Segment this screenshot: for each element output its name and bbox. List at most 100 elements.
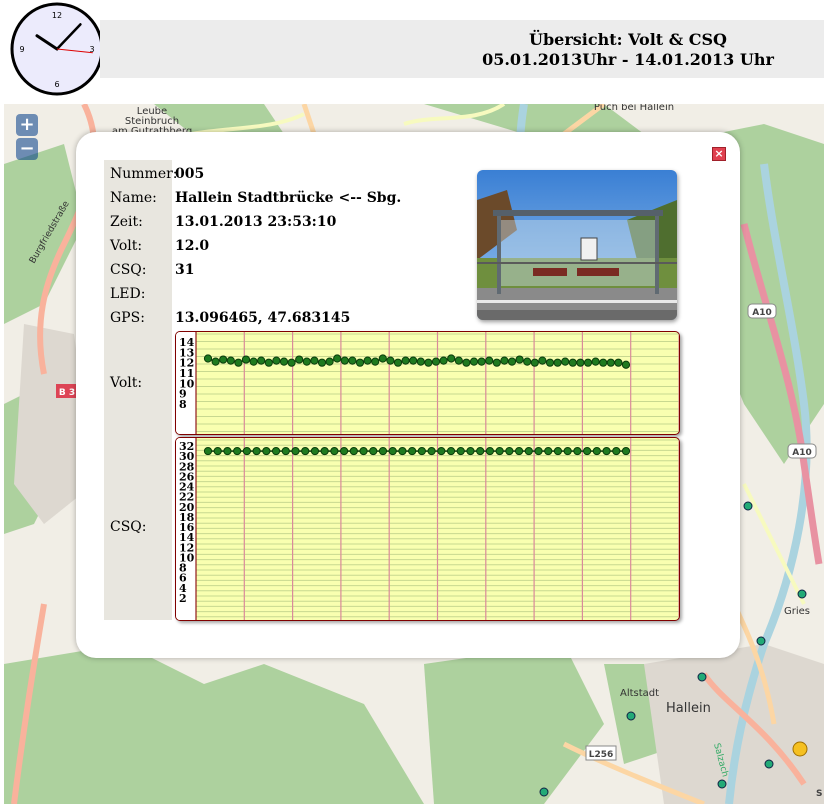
page-title-date-range: 05.01.2013Uhr - 14.01.2013 Uhr [482, 50, 774, 69]
map-road-s: S [816, 789, 822, 799]
chart-data-point [583, 358, 593, 367]
chart-data-point [530, 358, 539, 367]
chart-data-point [602, 446, 611, 456]
map-label-altstadt: Altstadt [620, 688, 659, 699]
chart-data-point [378, 354, 387, 363]
chart-data-point [561, 357, 570, 366]
chart-data-point [398, 446, 407, 456]
chart-data-point [573, 446, 582, 456]
volt-chart: 14 13 12 11 10 9 8 [175, 331, 680, 435]
chart-data-point [262, 446, 271, 456]
chart-data-point [234, 358, 243, 367]
chart-data-point [507, 357, 517, 366]
chart-data-point [257, 356, 266, 365]
chart-data-point [363, 356, 372, 365]
volt-chart-label: Volt: [110, 375, 143, 391]
chart-data-point [408, 446, 417, 456]
field-value-volt: 12.0 [175, 238, 210, 254]
field-label-led: LED: [110, 286, 146, 302]
chart-data-point [330, 446, 339, 456]
chart-data-point [583, 446, 592, 456]
chart-data-point [462, 358, 471, 367]
chart-data-point [359, 446, 368, 456]
chart-data-point [333, 354, 342, 363]
chart-data-point [447, 354, 456, 363]
chart-data-point [272, 356, 281, 365]
chart-data-point [621, 360, 631, 369]
chart-data-point [416, 357, 425, 366]
chart-data-point [485, 356, 494, 365]
chart-data-point [545, 358, 555, 367]
chart-data-point [553, 358, 562, 367]
chart-data-point [439, 356, 448, 365]
field-value-zeit: 13.01.2013 23:53:10 [175, 214, 337, 230]
chart-data-point [340, 356, 349, 365]
chart-data-point [417, 446, 426, 456]
chart-data-point [223, 446, 232, 456]
field-label-name: Name: [110, 190, 157, 206]
chart-data-point [310, 446, 320, 456]
chart-data-point [203, 354, 213, 363]
page-title-main: Übersicht: Volt & CSQ [529, 30, 727, 49]
chart-data-point [320, 446, 329, 456]
chart-data-point [469, 357, 479, 366]
chart-data-point [500, 356, 509, 365]
field-label-csq: CSQ: [110, 262, 147, 278]
clock-number-9: 9 [19, 45, 24, 54]
clock-widget: 12 3 6 9 [10, 2, 104, 96]
chart-data-point [456, 446, 465, 456]
chart-data-point [515, 355, 524, 364]
chart-data-point [226, 356, 235, 365]
chart-data-point [476, 446, 485, 456]
chart-data-point [606, 358, 615, 367]
field-label-nummer: Nummer: [110, 166, 178, 182]
chart-data-point [295, 355, 304, 364]
map-road-l256: L256 [589, 750, 614, 760]
chart-data-point [592, 446, 601, 456]
field-label-zeit: Zeit: [110, 214, 143, 230]
chart-data-point [495, 446, 504, 456]
chart-data-point [325, 357, 334, 366]
chart-data-point [252, 446, 261, 456]
chart-data-point [591, 357, 600, 366]
chart-data-point [621, 446, 631, 456]
csq-chart: 32 30 28 26 24 22 20 18 16 14 12 10 8 6 4 2 [175, 437, 680, 621]
chart-data-point [563, 446, 572, 456]
page-title: Übersicht: Volt & CSQ 05.01.2013Uhr - 14… [430, 30, 824, 70]
chart-data-point [393, 358, 403, 367]
chart-data-point [534, 446, 543, 456]
chart-data-point [424, 358, 433, 367]
field-value-csq: 31 [175, 262, 195, 278]
zoom-in-button[interactable]: + [16, 114, 38, 136]
chart-data-point [466, 446, 475, 456]
volt-chart-svg: 141312111098 [176, 332, 679, 434]
chart-data-point [213, 446, 222, 456]
chart-data-point [477, 357, 486, 366]
chart-data-point [264, 358, 273, 367]
chart-data-point [446, 446, 456, 456]
chart-data-point [454, 356, 463, 365]
chart-data-point [302, 357, 311, 366]
clock-number-12: 12 [52, 11, 62, 20]
chart-data-point [431, 357, 441, 366]
chart-data-point [378, 446, 388, 456]
chart-data-point [317, 358, 327, 367]
chart-data-point [544, 446, 553, 456]
chart-y-tick-label: 8 [179, 398, 187, 411]
zoom-out-button[interactable]: − [16, 138, 38, 160]
chart-data-point [492, 358, 501, 367]
bus-shelter-photo [477, 170, 677, 320]
chart-data-point [287, 358, 296, 367]
chart-data-point [401, 356, 410, 365]
chart-data-point [523, 357, 532, 366]
chart-data-point [291, 446, 300, 456]
chart-data-point [242, 446, 251, 456]
map-label-hallein: Hallein [666, 701, 711, 716]
chart-data-point [514, 446, 524, 456]
csq-chart-label: CSQ: [110, 519, 147, 535]
map-road-a10-south: A10 [792, 448, 812, 458]
map-label-puch: Puch bei Hallein [594, 104, 674, 113]
chart-data-point [339, 446, 349, 456]
close-icon[interactable]: × [712, 147, 726, 161]
chart-data-point [310, 356, 319, 365]
